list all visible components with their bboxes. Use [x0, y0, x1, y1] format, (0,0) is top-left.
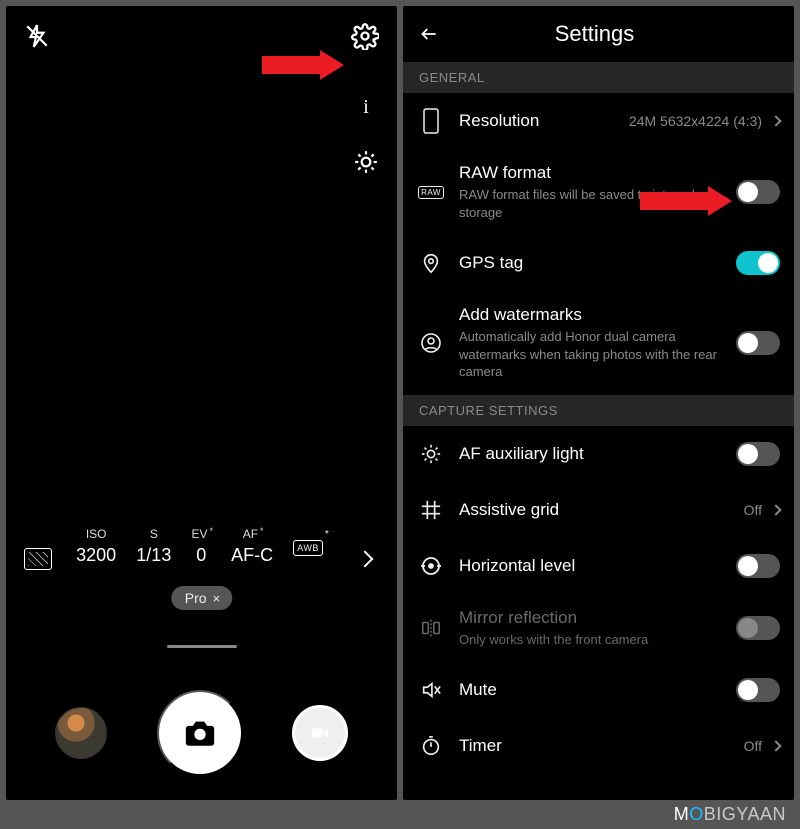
mirror-toggle	[736, 616, 780, 640]
row-title: GPS tag	[459, 253, 722, 273]
grid-icon	[417, 499, 445, 521]
horizon-icon	[417, 554, 445, 578]
row-resolution[interactable]: Resolution 24M 5632x4224 (4:3)	[403, 93, 794, 149]
af-label: AF	[243, 527, 258, 541]
ev-label: EV	[191, 527, 207, 541]
location-icon	[417, 252, 445, 274]
camera-icon	[183, 716, 217, 750]
mode-pill[interactable]: Pro ×	[171, 586, 232, 610]
brightness-icon[interactable]	[353, 149, 379, 175]
resolution-icon	[417, 107, 445, 135]
chevron-right-icon	[770, 115, 781, 126]
row-af-aux[interactable]: AF auxiliary light	[403, 426, 794, 482]
settings-gear-icon[interactable]	[351, 22, 379, 50]
row-title: AF auxiliary light	[459, 444, 722, 464]
page-title: Settings	[411, 21, 778, 47]
row-timer[interactable]: Timer Off	[403, 718, 794, 774]
iso-control[interactable]: ISO 3200	[76, 527, 116, 566]
row-title: RAW format	[459, 163, 722, 183]
ev-control[interactable]: EV* 0	[191, 527, 211, 566]
brightness-icon	[417, 443, 445, 465]
row-gps-tag[interactable]: GPS tag	[403, 235, 794, 291]
chevron-right-icon	[770, 504, 781, 515]
row-title: Assistive grid	[459, 500, 730, 520]
grid-value: Off	[744, 502, 762, 518]
close-icon: ×	[213, 591, 221, 606]
row-title: Mirror reflection	[459, 608, 722, 628]
shutter-value: 1/13	[136, 545, 171, 565]
ev-value: 0	[196, 545, 206, 565]
chevron-right-icon[interactable]	[357, 550, 374, 567]
pro-mode-readout: ISO 3200 S 1/13 EV* 0 AF* AF-C AWB*	[6, 527, 397, 566]
awb-label: AWB	[293, 540, 323, 556]
resolution-value: 24M 5632x4224 (4:3)	[629, 113, 762, 129]
shutter-button[interactable]	[157, 690, 243, 776]
gallery-thumbnail[interactable]	[55, 707, 107, 759]
mirror-icon	[417, 617, 445, 639]
watermark-icon	[417, 331, 445, 355]
camera-screen: i ISO 3200	[6, 6, 397, 800]
iso-label: ISO	[76, 527, 116, 541]
video-icon	[309, 722, 331, 744]
metering-mode-icon[interactable]	[24, 548, 52, 570]
annotation-arrow	[262, 50, 352, 80]
row-watermark[interactable]: Add watermarks Automatically add Honor d…	[403, 291, 794, 395]
mute-icon	[417, 679, 445, 701]
row-title: Resolution	[459, 111, 615, 131]
timer-value: Off	[744, 738, 762, 754]
row-assistive-grid[interactable]: Assistive grid Off	[403, 482, 794, 538]
row-horizontal-level[interactable]: Horizontal level	[403, 538, 794, 594]
row-subtitle: Only works with the front camera	[459, 631, 722, 649]
annotation-arrow	[640, 186, 740, 216]
horizon-toggle[interactable]	[736, 554, 780, 578]
af-aux-toggle[interactable]	[736, 442, 780, 466]
timer-icon	[417, 735, 445, 757]
chevron-right-icon	[770, 741, 781, 752]
site-watermark: MOBIGYAAN	[674, 804, 786, 825]
row-title: Horizontal level	[459, 556, 722, 576]
af-value: AF-C	[231, 545, 273, 565]
gps-toggle[interactable]	[736, 251, 780, 275]
row-title: Timer	[459, 736, 730, 756]
section-header-general: GENERAL	[403, 62, 794, 93]
settings-screen: Settings GENERAL Resolution 24M 5632x422…	[403, 6, 794, 800]
awb-control[interactable]: AWB*	[293, 527, 327, 566]
iso-value: 3200	[76, 545, 116, 565]
raw-icon: RAW	[417, 186, 445, 199]
row-subtitle: Automatically add Honor dual camera wate…	[459, 328, 722, 381]
watermark-toggle[interactable]	[736, 331, 780, 355]
row-title: Add watermarks	[459, 305, 722, 325]
mode-pill-label: Pro	[185, 590, 207, 606]
section-header-capture: CAPTURE SETTINGS	[403, 395, 794, 426]
flash-off-icon[interactable]	[24, 23, 50, 49]
af-control[interactable]: AF* AF-C	[231, 527, 273, 566]
row-mirror-reflection: Mirror reflection Only works with the fr…	[403, 594, 794, 663]
row-mute[interactable]: Mute	[403, 662, 794, 718]
mute-toggle[interactable]	[736, 678, 780, 702]
row-title: Mute	[459, 680, 722, 700]
shutter-label: S	[136, 527, 171, 541]
info-icon[interactable]: i	[363, 96, 369, 119]
raw-toggle[interactable]	[736, 180, 780, 204]
shutter-control[interactable]: S 1/13	[136, 527, 171, 566]
swipe-indicator[interactable]	[167, 645, 237, 648]
video-mode-button[interactable]	[292, 705, 348, 761]
